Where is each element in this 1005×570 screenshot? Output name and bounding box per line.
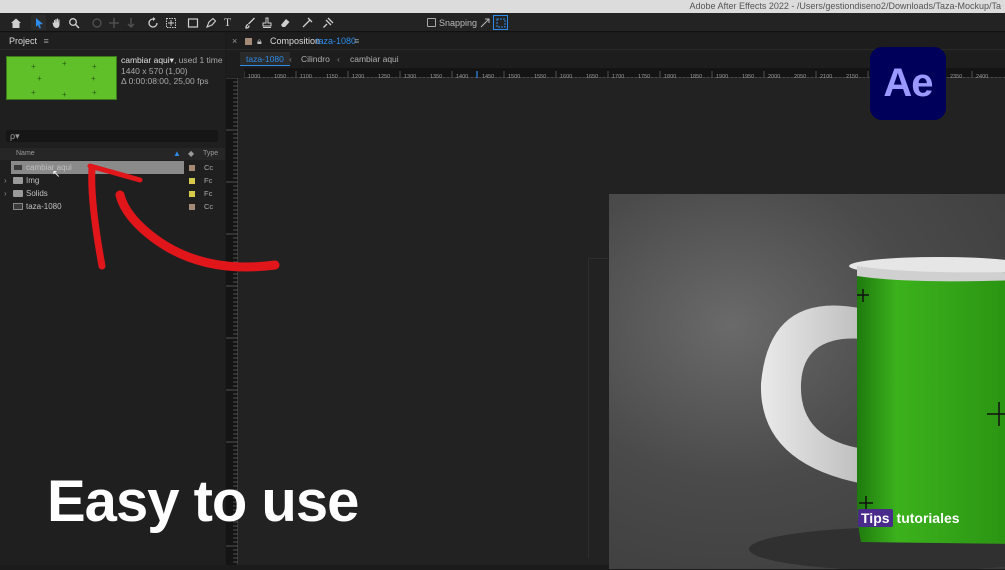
info-duration: Δ 0:00:08:00, 25,00 fps [121, 76, 209, 86]
project-item-info: cambiar aqui▾, used 1 time 1440 x 570 (1… [121, 55, 223, 86]
snap-grid-icon[interactable] [493, 15, 508, 30]
puppet-pin-tool-icon[interactable] [320, 15, 335, 30]
type-tool-icon[interactable]: T [220, 15, 235, 30]
snapping-checkbox[interactable] [427, 18, 436, 27]
zoom-tool-icon[interactable] [66, 15, 81, 30]
snapping-label: Snapping [439, 17, 478, 28]
expand-arrow-icon[interactable]: › [4, 174, 7, 187]
comp-label-chip [245, 38, 252, 45]
project-search-input[interactable]: ρ▾ [6, 130, 218, 142]
rotation-tool-icon[interactable] [145, 15, 160, 30]
after-effects-logo: Ae [870, 47, 946, 120]
anchor-point-tool-icon[interactable] [163, 15, 178, 30]
project-panel-header[interactable]: Project ≡ [0, 33, 225, 50]
selection-tool-icon[interactable] [31, 15, 46, 30]
info-name: cambiar aqui [121, 55, 170, 65]
breadcrumb-chevron-icon: ‹ [289, 54, 292, 64]
breadcrumb-item[interactable]: cambiar aqui [350, 52, 399, 66]
column-name-header[interactable]: Name [16, 148, 35, 160]
breadcrumb-chevron-icon: ‹ [337, 54, 340, 64]
tools-toolbar: T Snapping [0, 13, 1005, 32]
project-item-name: Solids [26, 189, 48, 198]
lock-icon[interactable]: 🔒︎ [257, 33, 262, 50]
project-thumbnail: + + + + + + + + [6, 56, 117, 100]
folder-icon [13, 190, 23, 197]
mouse-cursor-icon: ↖ [52, 169, 61, 180]
project-column-headers: Name ▲ ◆ Type [0, 148, 225, 160]
track-xy-camera-icon[interactable] [106, 15, 121, 30]
info-used: , used 1 time [173, 55, 223, 65]
close-tab-icon[interactable]: × [232, 33, 237, 50]
sort-ascending-icon[interactable]: ▲ [173, 148, 181, 160]
brand-watermark: Tips tutoriales [858, 509, 960, 527]
brand-tips: Tips [858, 509, 893, 527]
snap-options-icon[interactable] [477, 15, 492, 30]
project-item-name: Img [26, 176, 40, 185]
red-pointer-arrow [87, 163, 280, 272]
dolly-camera-icon[interactable] [123, 15, 138, 30]
frame-edge [588, 258, 608, 558]
hand-tool-icon[interactable] [49, 15, 64, 30]
panel-menu-icon[interactable]: ≡ [44, 36, 49, 46]
search-icon: ρ▾ [10, 131, 20, 141]
label-tag-icon[interactable]: ◆ [188, 148, 194, 160]
orbit-camera-icon[interactable] [89, 15, 104, 30]
composition-tab-label[interactable]: Composition [270, 33, 320, 50]
info-dimensions: 1440 x 570 (1,00) [121, 65, 188, 76]
home-icon[interactable] [8, 15, 23, 30]
composition-tab-name[interactable]: taza-1080 [316, 33, 356, 50]
project-panel-title: Project [9, 36, 38, 46]
breadcrumb-item[interactable]: Cilindro [301, 52, 330, 66]
expand-arrow-icon[interactable]: › [4, 187, 7, 200]
folder-icon [13, 177, 23, 184]
window-title-bar: Adobe After Effects 2022 - /Users/gestio… [0, 0, 1005, 13]
window-title: Adobe After Effects 2022 - /Users/gestio… [689, 1, 1001, 11]
composition-icon [13, 164, 23, 171]
pen-tool-icon[interactable] [203, 15, 218, 30]
headline-overlay: Easy to use [47, 469, 359, 534]
column-type-header[interactable]: Type [203, 148, 218, 160]
panel-menu-icon[interactable]: ≡ [354, 33, 359, 50]
composition-icon [13, 203, 23, 210]
snapping-toggle[interactable]: Snapping [427, 16, 477, 29]
breadcrumb-item[interactable]: taza-1080 [240, 52, 290, 66]
roto-brush-tool-icon[interactable] [299, 15, 314, 30]
clone-stamp-tool-icon[interactable] [259, 15, 274, 30]
project-item-name: taza-1080 [26, 202, 62, 211]
brush-tool-icon[interactable] [242, 15, 257, 30]
project-item-name: cambiar aqui [26, 163, 72, 172]
eraser-tool-icon[interactable] [277, 15, 292, 30]
brand-tutoriales: tutoriales [896, 510, 960, 526]
rectangle-tool-icon[interactable] [185, 15, 200, 30]
